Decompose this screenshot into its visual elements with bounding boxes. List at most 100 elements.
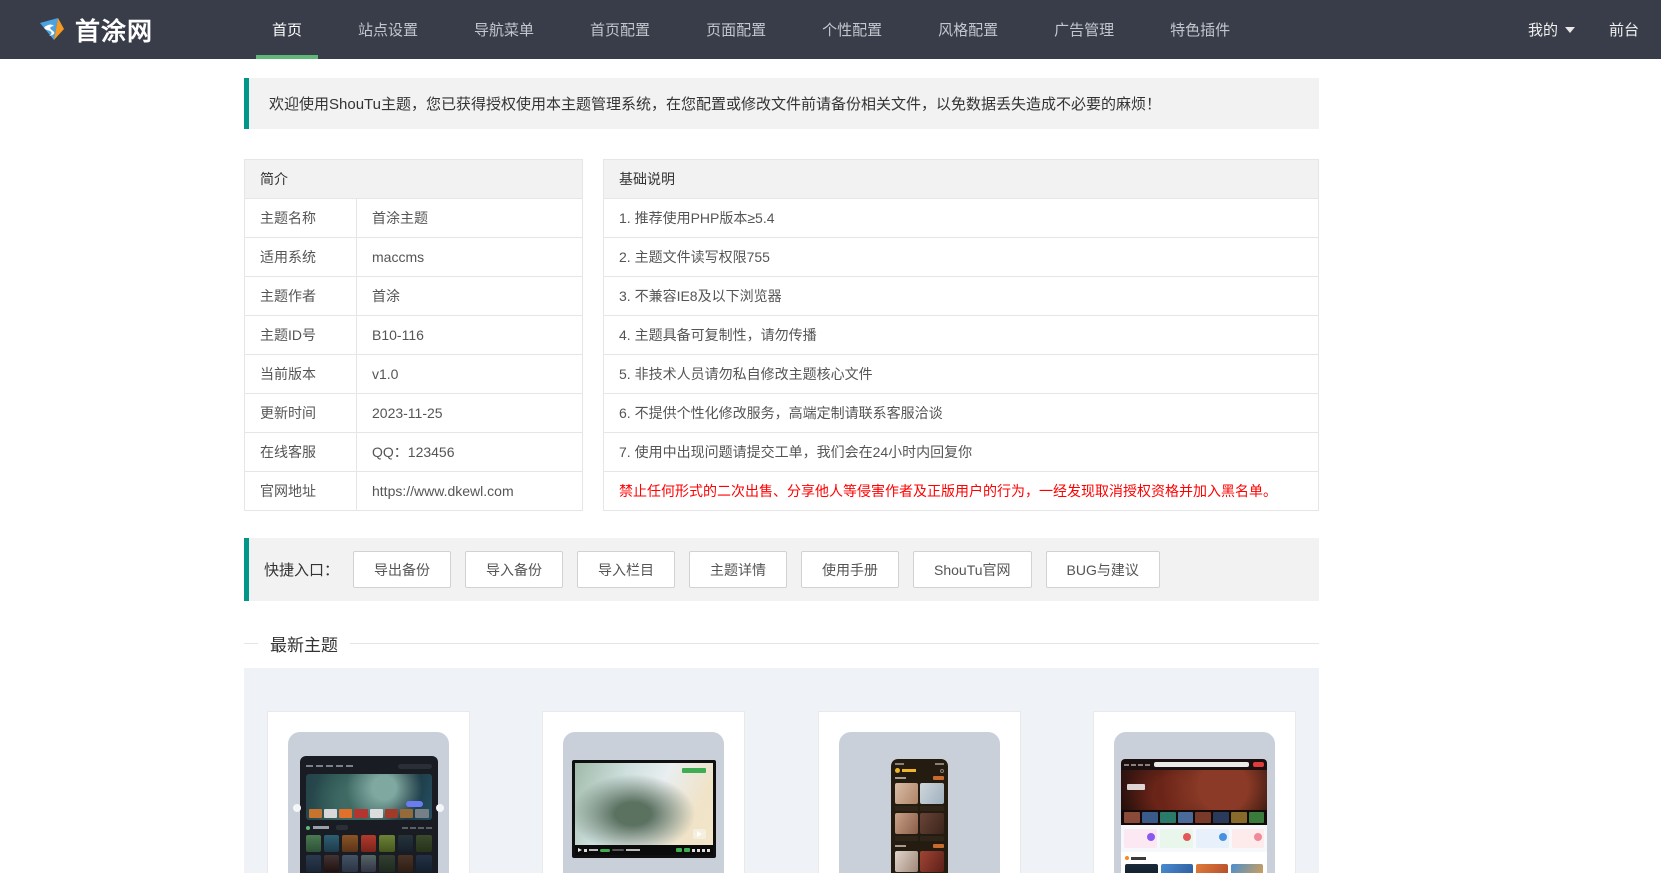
poster-row [1125,864,1264,873]
note-item: 3. 不兼容IE8及以下浏览器 [603,276,1319,316]
notes-table-header: 基础说明 [603,159,1319,199]
export-backup-button[interactable]: 导出备份 [353,551,452,588]
thumbnail-carousel [1121,810,1268,825]
my-dropdown-label: 我的 [1527,22,1558,39]
search-bar [1154,762,1250,767]
fullscreen-icon [706,848,710,852]
nav-item-ad-manage[interactable]: 广告管理 [1026,0,1142,59]
divider [244,642,258,644]
navbar-right: 我的 前台 [1528,0,1661,59]
nav-item-site-settings[interactable]: 站点设置 [330,0,446,59]
table-row: 官网地址 https://www.dkewl.com [244,471,583,511]
official-site-url: https://www.dkewl.com [356,471,583,511]
my-dropdown[interactable]: 我的 [1528,19,1575,40]
table-row: 5. 非技术人员请勿私自修改主题核心文件 [603,354,1319,394]
row-label: 当前版本 [244,354,357,394]
row-value: v1.0 [356,354,583,394]
top-navbar: 首涂网 首页 站点设置 导航菜单 首页配置 页面配置 个性配置 风格配置 广告管… [0,0,1661,59]
phone-mockup [890,759,948,873]
nav-item-page-config[interactable]: 页面配置 [678,0,794,59]
table-row: 主题名称 首涂主题 [244,198,583,238]
row-label: 主题名称 [244,198,357,238]
volume-icon [583,848,587,852]
nav-item-nav-menu[interactable]: 导航菜单 [446,0,562,59]
hero-banner [1121,770,1268,810]
player-controls [574,845,713,855]
frontend-link[interactable]: 前台 [1609,19,1639,40]
player-mockup [571,760,716,858]
game-site-screenshot [1113,732,1275,873]
row-label: 主题作者 [244,276,357,316]
logo-text: 首涂网 [75,17,154,46]
caret-down-icon [1564,26,1575,33]
table-row: 7. 使用中出现问题请提交工单，我们会在24小时内回复你 [603,432,1319,472]
theme-card-1[interactable] [267,711,470,873]
main-menu: 首页 站点设置 导航菜单 首页配置 页面配置 个性配置 风格配置 广告管理 特色… [244,0,1258,59]
desktop-site-mockup [1121,759,1268,873]
note-item: 2. 主题文件读写权限755 [603,237,1319,277]
row-value: 首涂 [356,276,583,316]
video-player-screenshot [563,732,725,873]
manual-button[interactable]: 使用手册 [801,551,900,588]
theme-card-3[interactable] [817,711,1021,873]
import-backup-button[interactable]: 导入备份 [465,551,564,588]
nav-item-plugins[interactable]: 特色插件 [1142,0,1258,59]
note-item: 1. 推荐使用PHP版本≥5.4 [603,198,1319,238]
player-watermark [681,768,706,773]
bug-suggest-button[interactable]: BUG与建议 [1045,551,1160,588]
message-icon [939,768,944,773]
row-label: 适用系统 [244,237,357,277]
note-item: 7. 使用中出现问题请提交工单，我们会在24小时内回复你 [603,432,1319,472]
row-label: 在线客服 [244,432,357,472]
note-item: 5. 非技术人员请勿私自修改主题核心文件 [603,354,1319,394]
row-label: 更新时间 [244,393,357,433]
play-button-overlay [692,829,706,839]
section-title-text: 最新主题 [270,635,338,655]
table-row: 3. 不兼容IE8及以下浏览器 [603,276,1319,316]
row-label: 主题ID号 [244,315,357,355]
theme-card-2[interactable] [542,711,746,873]
table-row: 1. 推荐使用PHP版本≥5.4 [603,198,1319,238]
theme-card-4[interactable] [1092,711,1296,873]
table-row: 6. 不提供个性化修改服务，高端定制请联系客服洽谈 [603,393,1319,433]
dark-movie-site-screenshot [288,732,449,873]
row-value: maccms [356,237,583,277]
nav-item-home[interactable]: 首页 [244,0,330,59]
site-logo[interactable]: 首涂网 [0,0,244,59]
nav-item-personal-config[interactable]: 个性配置 [794,0,910,59]
tablet-mockup [299,756,438,873]
table-row: 更新时间 2023-11-25 [244,393,583,433]
nav-item-home-config[interactable]: 首页配置 [562,0,678,59]
row-value: 首涂主题 [356,198,583,238]
table-row: 4. 主题具备可复制性，请勿传播 [603,315,1319,355]
table-row: 在线客服 QQ：123456 [244,432,583,472]
table-row: 当前版本 v1.0 [244,354,583,394]
official-site-button[interactable]: ShouTu官网 [913,551,1032,588]
quick-entry-bar: 快捷入口： 导出备份 导入备份 导入栏目 主题详情 使用手册 ShouTu官网 … [244,538,1319,601]
row-value: B10-116 [356,315,583,355]
mobile-app-screenshot [838,732,1000,873]
table-row: 禁止任何形式的二次出售、分享他人等侵害作者及正版用户的行为，一经发现取消授权资格… [603,471,1319,511]
notes-table: 基础说明 1. 推荐使用PHP版本≥5.4 2. 主题文件读写权限755 3. … [603,159,1319,511]
nav-item-style-config[interactable]: 风格配置 [910,0,1026,59]
import-columns-button[interactable]: 导入栏目 [577,551,676,588]
divider [350,642,1319,644]
welcome-alert: 欢迎使用ShouTu主题，您已获得授权使用本主题管理系统，在您配置或修改文件前请… [244,78,1319,129]
quick-entry-label: 快捷入口： [264,562,340,579]
row-value: 2023-11-25 [356,393,583,433]
latest-themes-title: 最新主题 [244,633,1319,655]
table-row: 主题ID号 B10-116 [244,315,583,355]
play-icon [577,848,582,852]
table-row: 适用系统 maccms [244,237,583,277]
table-row: 主题作者 首涂 [244,276,583,316]
poster-grid [305,835,432,872]
row-value: QQ：123456 [356,432,583,472]
license-warning: 禁止任何形式的二次出售、分享他人等侵害作者及正版用户的行为，一经发现取消授权资格… [603,471,1319,511]
latest-themes-section [244,668,1319,873]
info-columns: 简介 主题名称 首涂主题 适用系统 maccms 主题作者 首涂 主题ID号 B… [244,159,1319,511]
note-item: 6. 不提供个性化修改服务，高端定制请联系客服洽谈 [603,393,1319,433]
logo-icon [36,15,66,45]
theme-detail-button[interactable]: 主题详情 [689,551,788,588]
note-item: 4. 主题具备可复制性，请勿传播 [603,315,1319,355]
table-row: 2. 主题文件读写权限755 [603,237,1319,277]
